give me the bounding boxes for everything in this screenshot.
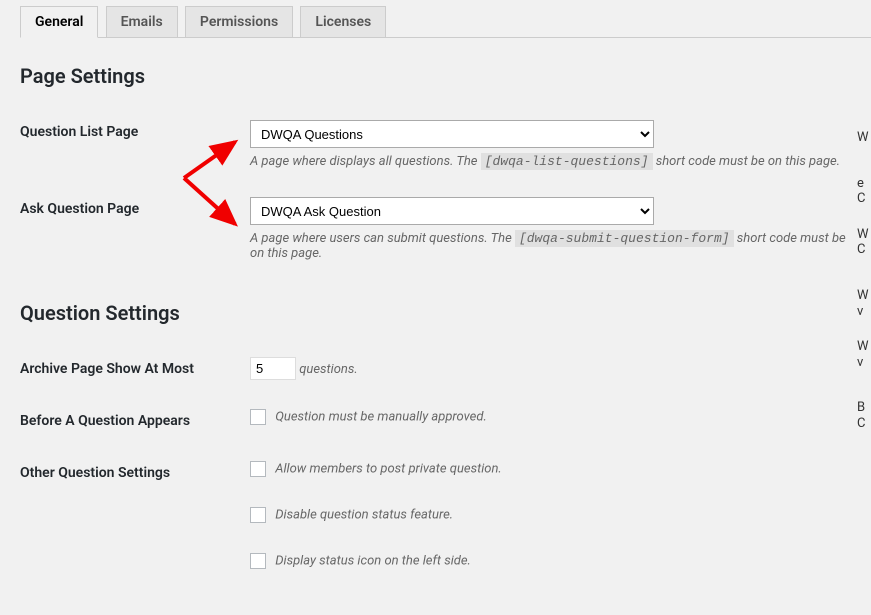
label-archive-show-most: Archive Page Show At Most [20, 343, 250, 395]
manual-approval-checkbox[interactable] [250, 409, 266, 425]
label-ask-question-page: Ask Question Page [20, 183, 250, 275]
archive-count-suffix: questions. [299, 362, 358, 377]
archive-count-input[interactable] [250, 357, 296, 380]
sidebar-fragment: W eC WC Wv Wv BC [857, 130, 871, 446]
disable-status-feature-checkbox[interactable] [250, 507, 266, 523]
shortcode-submit-question: [dwqa-submit-question-form] [515, 230, 734, 247]
question-settings-table: Archive Page Show At Most questions. Bef… [20, 343, 871, 583]
tab-permissions[interactable]: Permissions [185, 6, 293, 37]
allow-private-question-checkbox[interactable] [250, 461, 266, 477]
label-question-list-page: Question List Page [20, 106, 250, 183]
ask-question-description: A page where users can submit questions.… [250, 231, 861, 261]
tab-emails[interactable]: Emails [106, 6, 178, 37]
disable-status-feature-label: Disable question status feature. [275, 508, 453, 523]
shortcode-list-questions: [dwqa-list-questions] [481, 153, 653, 170]
question-list-description: A page where displays all questions. The… [250, 154, 861, 169]
display-status-icon-checkbox[interactable] [250, 553, 266, 569]
page-settings-heading: Page Settings [20, 64, 871, 88]
manual-approval-label: Question must be manually approved. [275, 410, 487, 425]
page-settings-table: Question List Page DWQA Questions A page… [20, 106, 871, 275]
question-list-page-select[interactable]: DWQA Questions [250, 120, 654, 148]
tab-general[interactable]: General [20, 6, 98, 38]
label-other-question-settings: Other Question Settings [20, 447, 250, 583]
tab-licenses[interactable]: Licenses [300, 6, 386, 37]
display-status-icon-label: Display status icon on the left side. [275, 554, 471, 569]
allow-private-question-label: Allow members to post private question. [275, 462, 502, 477]
tab-bar: General Emails Permissions Licenses [20, 6, 871, 38]
question-settings-heading: Question Settings [20, 301, 871, 325]
ask-question-page-select[interactable]: DWQA Ask Question [250, 197, 654, 225]
label-before-question-appears: Before A Question Appears [20, 395, 250, 447]
